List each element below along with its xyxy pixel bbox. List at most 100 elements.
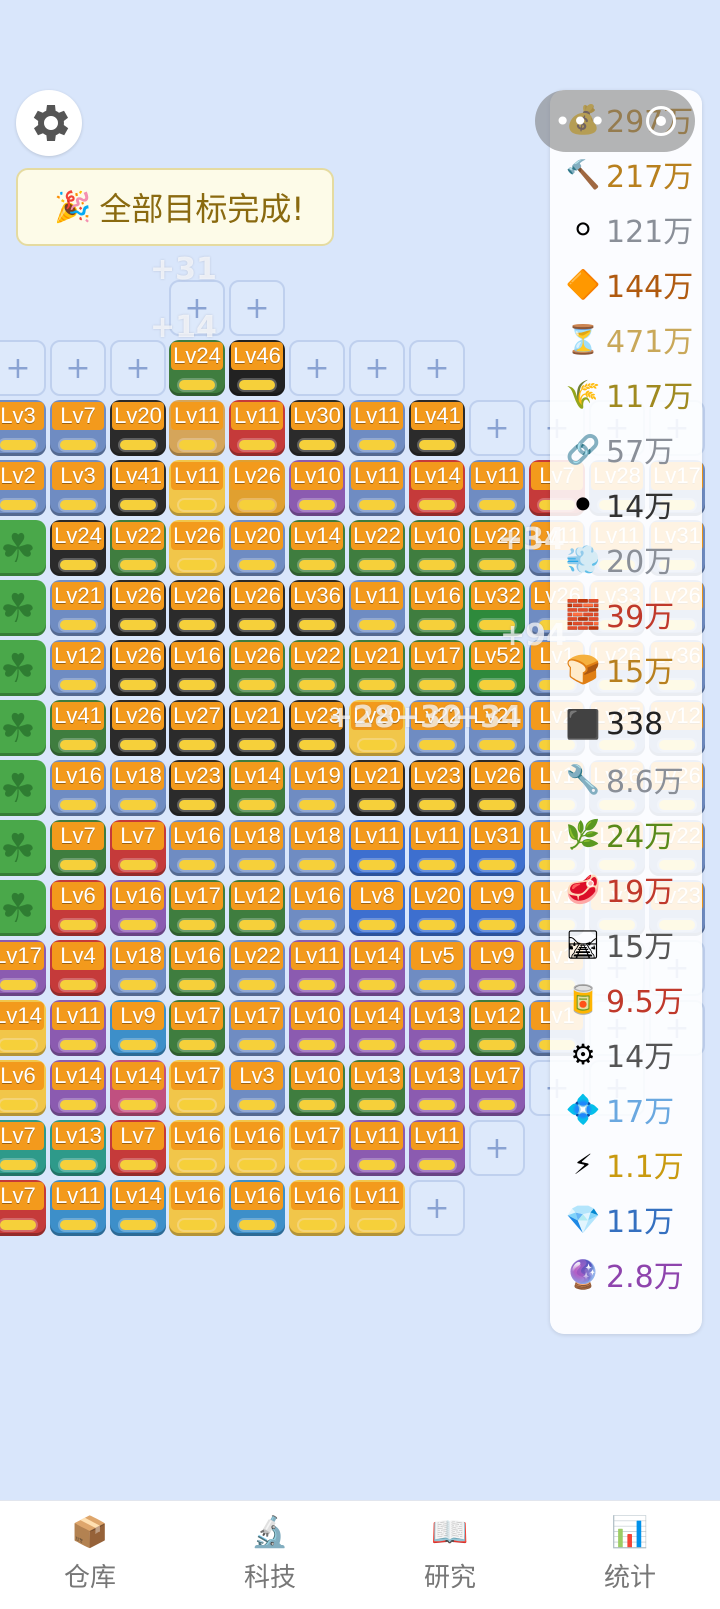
nav-statistics[interactable]: 📊 统计 bbox=[540, 1501, 720, 1609]
item-tile[interactable]: Lv7 bbox=[110, 1120, 166, 1176]
item-tile[interactable]: Lv17 bbox=[469, 1060, 525, 1116]
item-tile[interactable]: Lv24 bbox=[50, 520, 106, 576]
settings-button[interactable] bbox=[16, 90, 82, 156]
item-tile[interactable]: Lv16 bbox=[110, 880, 166, 936]
item-tile[interactable]: Lv20 bbox=[409, 880, 465, 936]
item-tile[interactable]: Lv13 bbox=[50, 1120, 106, 1176]
item-tile[interactable]: Lv26 bbox=[110, 580, 166, 636]
item-tile[interactable]: Lv9 bbox=[110, 1000, 166, 1056]
item-tile[interactable]: Lv17 bbox=[289, 1120, 345, 1176]
item-tile[interactable]: Lv3 bbox=[50, 460, 106, 516]
item-tile[interactable]: Lv17 bbox=[409, 640, 465, 696]
empty-slot-button[interactable]: + bbox=[0, 340, 46, 396]
item-tile[interactable]: Lv14 bbox=[50, 1060, 106, 1116]
empty-slot-button[interactable]: + bbox=[349, 340, 405, 396]
item-tile[interactable]: Lv17 bbox=[169, 880, 225, 936]
clover-tile[interactable] bbox=[0, 520, 46, 576]
item-tile[interactable]: Lv2 bbox=[0, 460, 46, 516]
item-tile[interactable]: Lv7 bbox=[50, 820, 106, 876]
item-tile[interactable]: Lv10 bbox=[289, 1060, 345, 1116]
item-tile[interactable]: Lv7 bbox=[0, 1120, 46, 1176]
clover-tile[interactable] bbox=[0, 820, 46, 876]
item-tile[interactable]: Lv13 bbox=[409, 1060, 465, 1116]
item-tile[interactable]: Lv22 bbox=[289, 640, 345, 696]
item-tile[interactable]: Lv36 bbox=[289, 580, 345, 636]
item-tile[interactable]: Lv16 bbox=[50, 760, 106, 816]
item-tile[interactable]: Lv26 bbox=[169, 520, 225, 576]
item-tile[interactable]: Lv11 bbox=[349, 1180, 405, 1236]
item-tile[interactable]: Lv10 bbox=[409, 520, 465, 576]
item-tile[interactable]: Lv26 bbox=[229, 460, 285, 516]
item-tile[interactable]: Lv26 bbox=[110, 700, 166, 756]
close-mini-program-icon[interactable] bbox=[645, 106, 676, 136]
item-tile[interactable]: Lv14 bbox=[110, 1060, 166, 1116]
item-tile[interactable]: Lv19 bbox=[289, 760, 345, 816]
clover-tile[interactable] bbox=[0, 580, 46, 636]
item-tile[interactable]: Lv6 bbox=[50, 880, 106, 936]
item-tile[interactable]: Lv11 bbox=[409, 1120, 465, 1176]
item-tile[interactable]: Lv16 bbox=[289, 880, 345, 936]
empty-slot-button[interactable]: + bbox=[289, 340, 345, 396]
item-tile[interactable]: Lv26 bbox=[229, 640, 285, 696]
item-tile[interactable]: Lv26 bbox=[229, 580, 285, 636]
item-tile[interactable]: Lv22 bbox=[229, 940, 285, 996]
empty-slot-button[interactable]: + bbox=[409, 340, 465, 396]
item-tile[interactable]: Lv12 bbox=[469, 1000, 525, 1056]
item-tile[interactable]: Lv16 bbox=[169, 1180, 225, 1236]
item-tile[interactable]: Lv14 bbox=[0, 1000, 46, 1056]
item-tile[interactable]: Lv26 bbox=[110, 640, 166, 696]
item-tile[interactable]: Lv26 bbox=[169, 580, 225, 636]
item-tile[interactable]: Lv27 bbox=[169, 700, 225, 756]
empty-slot-button[interactable]: + bbox=[469, 400, 525, 456]
item-tile[interactable]: Lv16 bbox=[169, 1120, 225, 1176]
item-tile[interactable]: Lv11 bbox=[349, 580, 405, 636]
item-tile[interactable]: Lv26 bbox=[469, 760, 525, 816]
item-tile[interactable]: Lv3 bbox=[229, 1060, 285, 1116]
item-tile[interactable]: Lv11 bbox=[349, 820, 405, 876]
item-tile[interactable]: Lv18 bbox=[110, 940, 166, 996]
item-tile[interactable]: Lv16 bbox=[169, 820, 225, 876]
item-tile[interactable]: Lv11 bbox=[349, 1120, 405, 1176]
item-tile[interactable]: Lv41 bbox=[110, 460, 166, 516]
item-tile[interactable]: Lv17 bbox=[169, 1060, 225, 1116]
item-tile[interactable]: Lv16 bbox=[409, 580, 465, 636]
item-tile[interactable]: Lv23 bbox=[409, 760, 465, 816]
item-tile[interactable]: Lv46 bbox=[229, 340, 285, 396]
item-tile[interactable]: Lv11 bbox=[229, 400, 285, 456]
item-tile[interactable]: Lv21 bbox=[349, 640, 405, 696]
goal-banner[interactable]: 🎉 全部目标完成! bbox=[16, 168, 334, 246]
clover-tile[interactable] bbox=[0, 880, 46, 936]
item-tile[interactable]: Lv22 bbox=[349, 520, 405, 576]
item-tile[interactable]: Lv14 bbox=[289, 520, 345, 576]
item-tile[interactable]: Lv14 bbox=[349, 940, 405, 996]
item-tile[interactable]: Lv13 bbox=[349, 1060, 405, 1116]
empty-slot-button[interactable]: + bbox=[409, 1180, 465, 1236]
item-tile[interactable]: Lv9 bbox=[469, 880, 525, 936]
item-tile[interactable]: Lv18 bbox=[289, 820, 345, 876]
item-tile[interactable]: Lv11 bbox=[349, 460, 405, 516]
item-tile[interactable]: Lv30 bbox=[289, 400, 345, 456]
item-tile[interactable]: Lv5 bbox=[409, 940, 465, 996]
item-tile[interactable]: Lv21 bbox=[349, 760, 405, 816]
empty-slot-button[interactable]: + bbox=[229, 280, 285, 336]
item-tile[interactable]: Lv41 bbox=[50, 700, 106, 756]
item-tile[interactable]: Lv11 bbox=[169, 400, 225, 456]
item-tile[interactable]: Lv11 bbox=[50, 1000, 106, 1056]
item-tile[interactable]: Lv12 bbox=[229, 880, 285, 936]
item-tile[interactable]: Lv41 bbox=[409, 400, 465, 456]
empty-slot-button[interactable]: + bbox=[50, 340, 106, 396]
item-tile[interactable]: Lv14 bbox=[409, 460, 465, 516]
item-tile[interactable]: Lv24 bbox=[169, 340, 225, 396]
item-tile[interactable]: Lv11 bbox=[50, 1180, 106, 1236]
clover-tile[interactable] bbox=[0, 640, 46, 696]
item-tile[interactable]: Lv16 bbox=[229, 1120, 285, 1176]
item-tile[interactable]: Lv17 bbox=[169, 1000, 225, 1056]
item-tile[interactable]: Lv4 bbox=[50, 940, 106, 996]
item-tile[interactable]: Lv20 bbox=[110, 400, 166, 456]
item-tile[interactable]: Lv11 bbox=[469, 460, 525, 516]
item-tile[interactable]: Lv11 bbox=[409, 820, 465, 876]
item-tile[interactable]: Lv7 bbox=[0, 1180, 46, 1236]
item-tile[interactable]: Lv16 bbox=[169, 940, 225, 996]
item-tile[interactable]: Lv31 bbox=[469, 820, 525, 876]
item-tile[interactable]: Lv14 bbox=[349, 1000, 405, 1056]
